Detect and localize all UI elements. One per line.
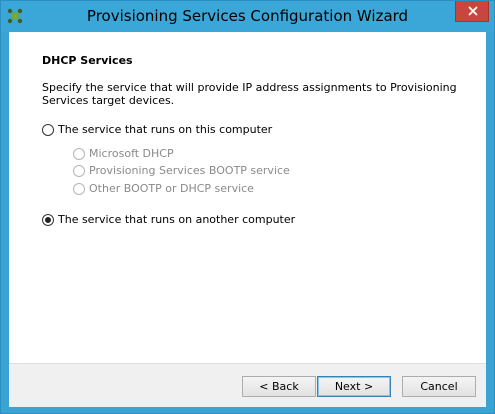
radio-microsoft-dhcp[interactable]: Microsoft DHCP <box>73 147 174 160</box>
radio-circle[interactable] <box>73 164 85 177</box>
title-bar[interactable]: Provisioning Services Configuration Wiza… <box>1 1 494 32</box>
radio-circle[interactable] <box>73 182 85 195</box>
radio-circle[interactable] <box>42 123 54 136</box>
radio-label: The service that runs on this computer <box>58 123 273 136</box>
radio-label: Other BOOTP or DHCP service <box>89 182 254 195</box>
wizard-content: DHCP Services Specify the service that w… <box>9 32 486 407</box>
radio-circle[interactable] <box>42 213 54 226</box>
radio-label: Microsoft DHCP <box>89 147 174 160</box>
back-button[interactable]: < Back <box>242 376 316 397</box>
radio-other-bootp-dhcp[interactable]: Other BOOTP or DHCP service <box>73 182 254 195</box>
next-button[interactable]: Next > <box>317 376 391 397</box>
radio-another-computer[interactable]: The service that runs on another compute… <box>42 213 295 226</box>
wizard-window: Provisioning Services Configuration Wiza… <box>0 0 495 414</box>
radio-label: Provisioning Services BOOTP service <box>89 164 290 177</box>
radio-circle[interactable] <box>73 147 85 160</box>
close-icon <box>468 6 478 16</box>
radio-bootp-service[interactable]: Provisioning Services BOOTP service <box>73 164 290 177</box>
cancel-button[interactable]: Cancel <box>402 376 476 397</box>
radio-this-computer[interactable]: The service that runs on this computer <box>42 123 272 136</box>
page-title: DHCP Services <box>42 54 133 67</box>
close-button[interactable] <box>455 1 489 22</box>
page-description: Specify the service that will provide IP… <box>42 81 457 107</box>
window-title: Provisioning Services Configuration Wiza… <box>86 7 409 25</box>
radio-label: The service that runs on another compute… <box>58 213 296 226</box>
button-bar: < Back Next > Cancel <box>9 363 486 407</box>
